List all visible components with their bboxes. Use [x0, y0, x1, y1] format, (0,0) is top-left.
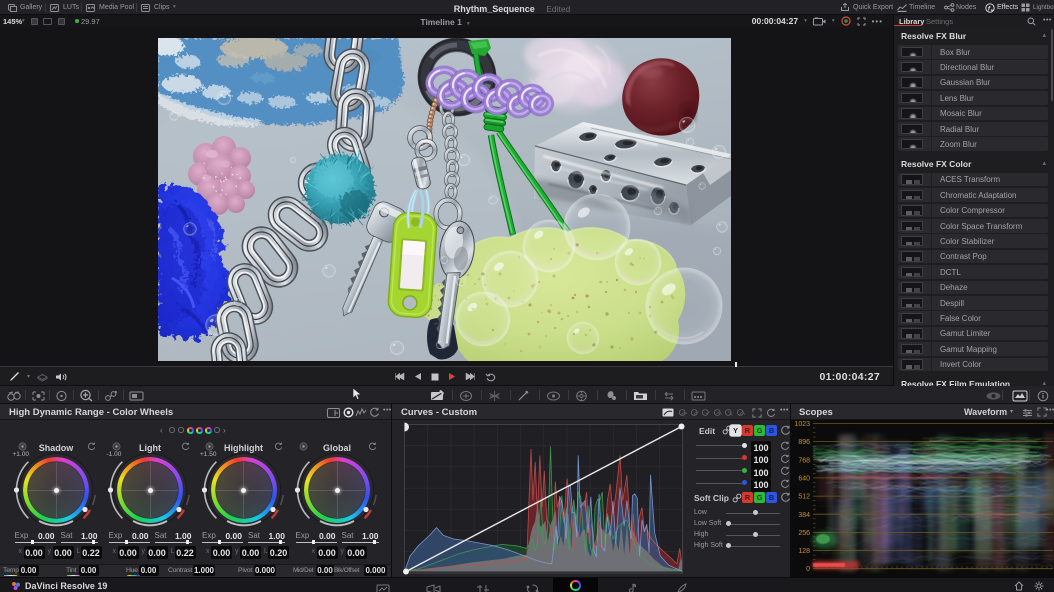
svg-text:256: 256 [798, 530, 810, 537]
svg-text:1023: 1023 [794, 421, 810, 428]
svg-text:768: 768 [798, 457, 810, 464]
svg-text:640: 640 [798, 475, 810, 482]
svg-text:512: 512 [798, 494, 810, 501]
svg-text:f: f [988, 5, 991, 12]
svg-text:0: 0 [806, 566, 810, 573]
svg-text:384: 384 [798, 512, 810, 519]
svg-text:896: 896 [798, 439, 810, 446]
svg-text:128: 128 [798, 548, 810, 555]
